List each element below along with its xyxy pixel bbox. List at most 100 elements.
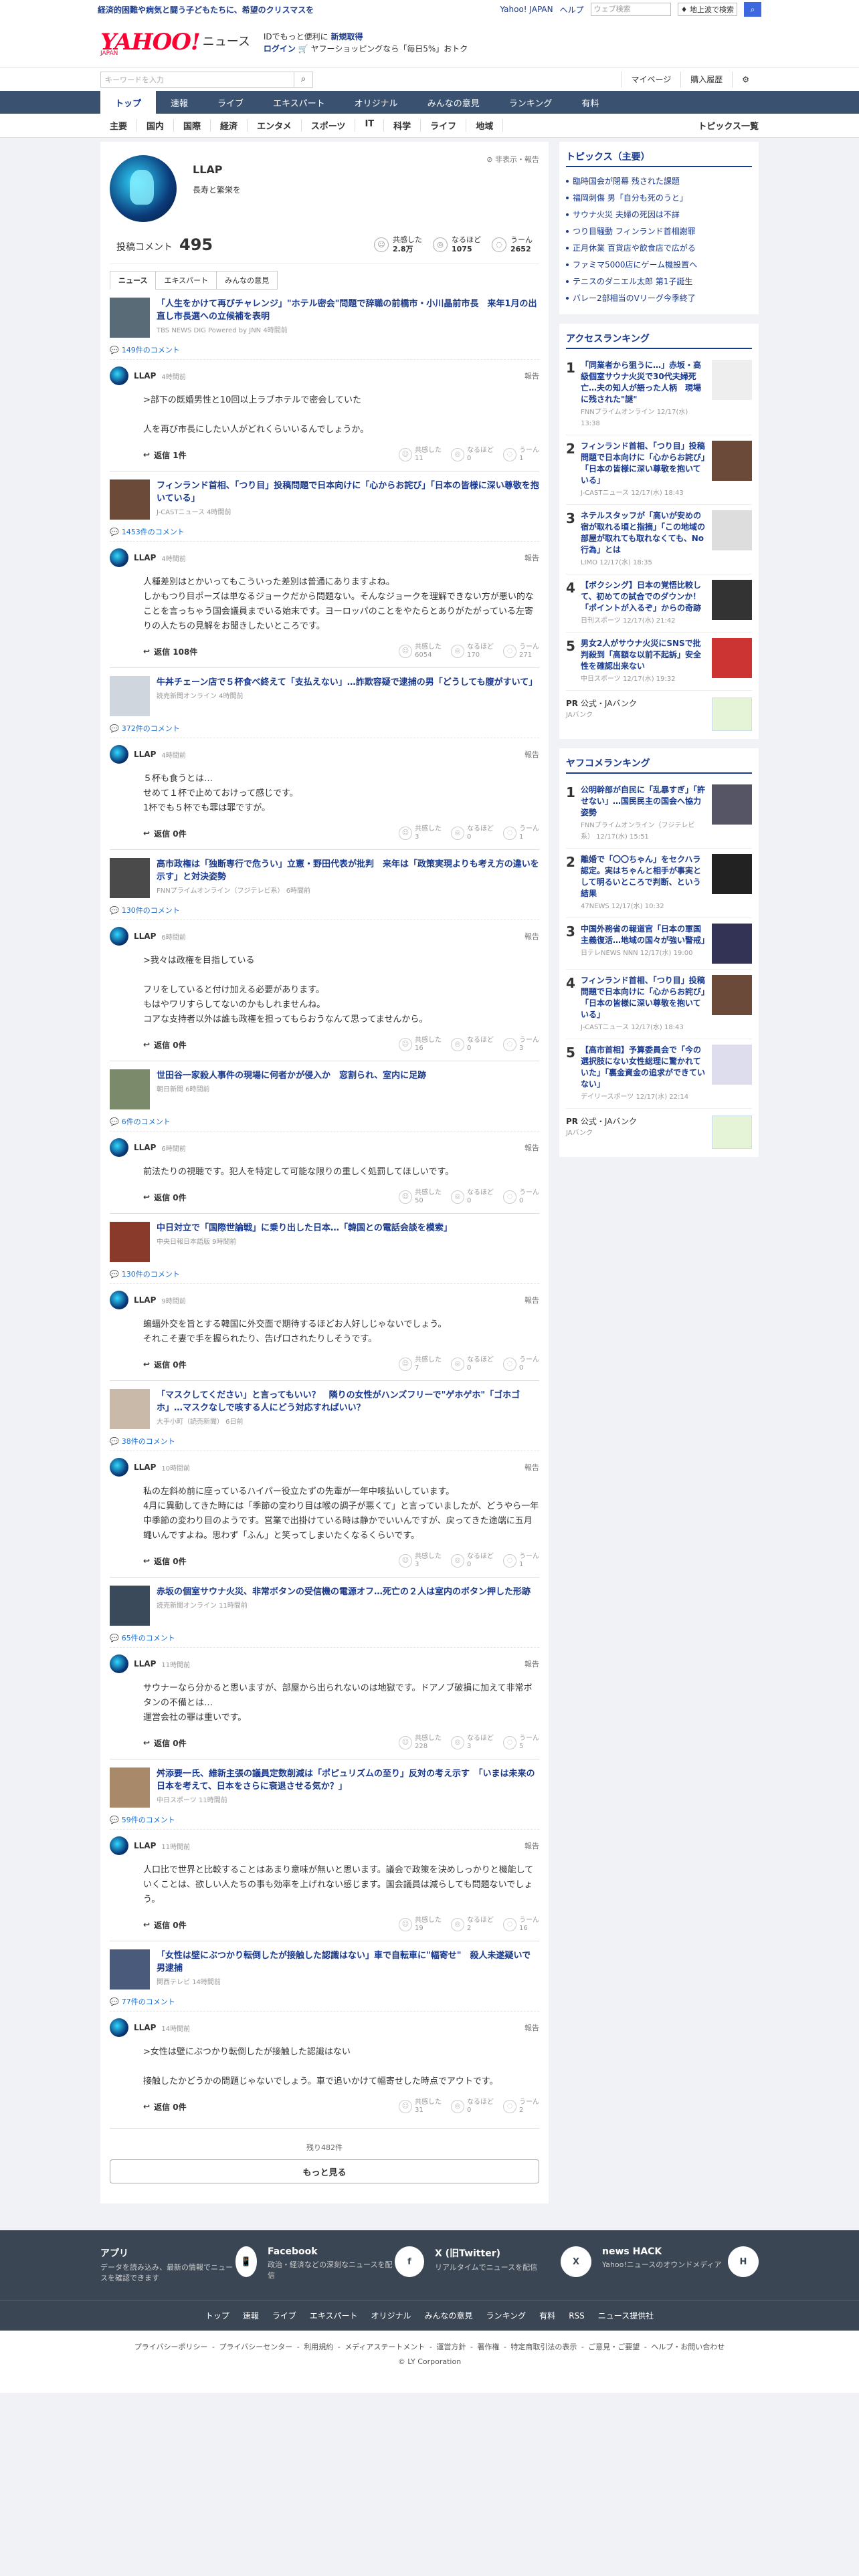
tab-opinion[interactable]: みんなの意見: [216, 271, 278, 290]
hmm-button[interactable]: ◌ うーん 5: [503, 1735, 539, 1751]
ranking-item[interactable]: 4 【ボクシング】日本の覚悟比較して、初めての試合でのダウンか！ 「ポイントが入…: [566, 574, 752, 633]
hmm-button[interactable]: ◌ うーん 2: [503, 2099, 539, 2115]
hmm-button[interactable]: ◌ うーん 1: [503, 1553, 539, 1569]
report-link[interactable]: 報告: [524, 1658, 539, 1669]
reply-button[interactable]: ↩ 返信 0件: [143, 2101, 187, 2113]
news-search-select[interactable]: ♦ 地上波で検索: [677, 3, 737, 16]
article-link[interactable]: 牛丼チェーン店で５杯食べ終えて「支払えない」…詐欺容疑で逮捕の男「どうしても腹が…: [110, 676, 539, 716]
logo[interactable]: YAHOO! JAPAN ニュース: [100, 29, 250, 57]
legal-link[interactable]: ヘルプ・お問い合わせ: [651, 2343, 725, 2351]
article-link[interactable]: 「マスクしてください」と言ってもいい？ 隣りの女性がハンズフリーで"ゲホゲホ"「…: [110, 1389, 539, 1429]
report-link[interactable]: 報告: [524, 1840, 539, 1851]
hmm-button[interactable]: ◌ うーん 1: [503, 447, 539, 463]
nav-expert[interactable]: エキスパート: [258, 91, 340, 114]
nav-live[interactable]: ライブ: [203, 91, 258, 114]
footer-app[interactable]: Facebook 政治・経済などの深刻なニュースを配信 f: [268, 2246, 424, 2284]
reply-button[interactable]: ↩ 返信 0件: [143, 1039, 187, 1051]
reply-button[interactable]: ↩ 返信 0件: [143, 1359, 187, 1370]
comments-count-link[interactable]: 💬 38件のコメント: [110, 1436, 539, 1446]
cat-local[interactable]: 地域: [466, 119, 504, 132]
reply-button[interactable]: ↩ 返信 0件: [143, 1737, 187, 1749]
reply-button[interactable]: ↩ 返信 0件: [143, 828, 187, 839]
legal-link[interactable]: 利用規約: [304, 2343, 333, 2351]
empathy-button[interactable]: ☺ 共感した 3: [399, 825, 442, 841]
reply-button[interactable]: ↩ 返信 1件: [143, 449, 187, 461]
footer-nav-item[interactable]: 速報: [243, 2311, 259, 2321]
article-title[interactable]: 「人生をかけて再びチャレンジ」"ホテル密会"問題で辞職の前橋市・小川晶前市長 来…: [157, 298, 539, 323]
topic-item[interactable]: 福岡刺傷 男「自分も死のうと」: [566, 189, 752, 206]
keyword-search-button[interactable]: ⌕: [294, 71, 313, 88]
more-button[interactable]: もっと見る: [110, 2159, 539, 2183]
comments-count-link[interactable]: 💬 372件のコメント: [110, 723, 539, 734]
footer-nav-item[interactable]: トップ: [205, 2311, 229, 2321]
empathy-button[interactable]: ☺ 共感した 7: [399, 1356, 442, 1372]
topic-item[interactable]: サウナ火災 夫婦の死因は不詳: [566, 206, 752, 223]
article-title[interactable]: 「女性は壁にぶつかり転倒したが接触した認識はない」車で自転車に"幅寄せ" 殺人未…: [157, 1949, 539, 1975]
insight-button[interactable]: ◎ なるほど 0: [451, 1037, 494, 1053]
help-link[interactable]: ヘルプ: [560, 4, 584, 15]
topic-item[interactable]: ファミマ5000店にゲーム機設置へ: [566, 256, 752, 273]
comments-count-link[interactable]: 💬 130件のコメント: [110, 905, 539, 916]
empathy-button[interactable]: ☺ 共感した 6054: [399, 643, 442, 659]
reply-button[interactable]: ↩ 返信 0件: [143, 1919, 187, 1931]
article-title[interactable]: 「マスクしてください」と言ってもいい？ 隣りの女性がハンズフリーで"ゲホゲホ"「…: [157, 1389, 539, 1414]
cat-economy[interactable]: 経済: [211, 119, 248, 132]
ranking-item[interactable]: 3 中国外務省の報道官「日本の軍国主義復活…地域の国々が強い警戒」 日テレNEW…: [566, 918, 752, 970]
empathy-button[interactable]: ☺ 共感した 11: [399, 447, 442, 463]
ranking-item[interactable]: 1 「同業者から狙うに…」赤坂・高級個室サウナ火災で30代夫婦死亡…夫の知人が語…: [566, 354, 752, 435]
comments-count-link[interactable]: 💬 6件のコメント: [110, 1116, 539, 1127]
insight-button[interactable]: ◎ なるほど 0: [451, 447, 494, 463]
comments-count-link[interactable]: 💬 1453件のコメント: [110, 526, 539, 537]
article-title[interactable]: 舛添要一氏、維新主張の議員定数削減は「ポピュリズムの至り」反対の考え示す 「いま…: [157, 1767, 539, 1793]
article-title[interactable]: フィンランド首相、「つり目」投稿問題で日本向けに「心からお詫び」「日本の皆様に深…: [157, 479, 539, 505]
hmm-button[interactable]: ◌ うーん 271: [503, 643, 539, 659]
article-link[interactable]: フィンランド首相、「つり目」投稿問題で日本向けに「心からお詫び」「日本の皆様に深…: [110, 479, 539, 520]
tab-expert[interactable]: エキスパート: [155, 271, 217, 290]
legal-link[interactable]: プライバシーセンター: [219, 2343, 292, 2351]
keyword-input[interactable]: キーワードを入力: [100, 71, 294, 88]
comments-count-link[interactable]: 💬 65件のコメント: [110, 1632, 539, 1643]
promo-link[interactable]: 経済的困難や病気と闘う子どもたちに、希望のクリスマスを: [98, 4, 314, 15]
nav-breaking[interactable]: 速報: [156, 91, 203, 114]
article-link[interactable]: 中日対立で「国際世論戦」に乗り出した日本…「韓国との電話会談を模索」 中央日報日…: [110, 1222, 539, 1262]
nav-paid[interactable]: 有料: [567, 91, 613, 114]
topic-item[interactable]: バレー2部相当のVリーグ今季終了: [566, 290, 752, 306]
ranking-item[interactable]: 1 公明幹部が自民に「乱暴すぎ」「許せない」…国民民主の国会へ協力姿勢 FNNプ…: [566, 779, 752, 849]
reply-button[interactable]: ↩ 返信 0件: [143, 1555, 187, 1567]
legal-link[interactable]: 著作権: [477, 2343, 499, 2351]
nav-ranking[interactable]: ランキング: [494, 91, 567, 114]
report-link[interactable]: 報告: [524, 552, 539, 563]
cat-science[interactable]: 科学: [384, 119, 421, 132]
report-link[interactable]: 報告: [524, 1462, 539, 1473]
report-link[interactable]: 報告: [524, 370, 539, 381]
hide-report-link[interactable]: ⊘ 非表示・報告: [486, 154, 539, 165]
reply-button[interactable]: ↩ 返信 0件: [143, 1192, 187, 1203]
yahoo-japan-link[interactable]: Yahoo! JAPAN: [500, 5, 553, 14]
footer-app[interactable]: アプリ データを読み込み、最新の情報でニュースを確認できます 📱: [100, 2246, 257, 2284]
footer-nav-item[interactable]: みんなの意見: [425, 2311, 473, 2321]
empathy-button[interactable]: ☺ 共感した 3: [399, 1553, 442, 1569]
pr-block[interactable]: PR 公式・JAバンク JAバンク: [566, 691, 752, 731]
article-link[interactable]: 舛添要一氏、維新主張の議員定数削減は「ポピュリズムの至り」反対の考え示す 「いま…: [110, 1767, 539, 1808]
history-link[interactable]: 購入履歴: [680, 71, 732, 88]
footer-nav-item[interactable]: ランキング: [486, 2311, 527, 2321]
legal-link[interactable]: メディアステートメント: [345, 2343, 425, 2351]
footer-nav-item[interactable]: エキスパート: [310, 2311, 358, 2321]
footer-nav-item[interactable]: オリジナル: [371, 2311, 411, 2321]
comments-count-link[interactable]: 💬 130件のコメント: [110, 1269, 539, 1279]
footer-nav-item[interactable]: 有料: [539, 2311, 555, 2321]
comments-count-link[interactable]: 💬 149件のコメント: [110, 344, 539, 355]
hmm-button[interactable]: ◌ うーん 0: [503, 1189, 539, 1205]
insight-button[interactable]: ◎ なるほど 170: [451, 643, 494, 659]
report-link[interactable]: 報告: [524, 931, 539, 942]
web-search-input[interactable]: ウェブ検索: [590, 3, 671, 16]
topic-item[interactable]: 臨時国会が閉幕 残された課題: [566, 173, 752, 189]
article-link[interactable]: 高市政権は「独断専行で危うい」立憲・野田代表が批判 来年は「政策実現よりも考え方…: [110, 858, 539, 898]
article-title[interactable]: 高市政権は「独断専行で危うい」立憲・野田代表が批判 来年は「政策実現よりも考え方…: [157, 858, 539, 883]
article-link[interactable]: 「女性は壁にぶつかり転倒したが接触した認識はない」車で自転車に"幅寄せ" 殺人未…: [110, 1949, 539, 1990]
report-link[interactable]: 報告: [524, 2022, 539, 2033]
cat-main[interactable]: 主要: [100, 119, 138, 132]
ranking-item[interactable]: 2 フィンランド首相、「つり目」投稿問題で日本向けに「心からお詫び」「日本の皆様…: [566, 435, 752, 505]
article-title[interactable]: 世田谷一家殺人事件の現場に何者かが侵入か 窓割られ、室内に足跡: [157, 1069, 426, 1082]
empathy-button[interactable]: ☺ 共感した 19: [399, 1917, 442, 1933]
